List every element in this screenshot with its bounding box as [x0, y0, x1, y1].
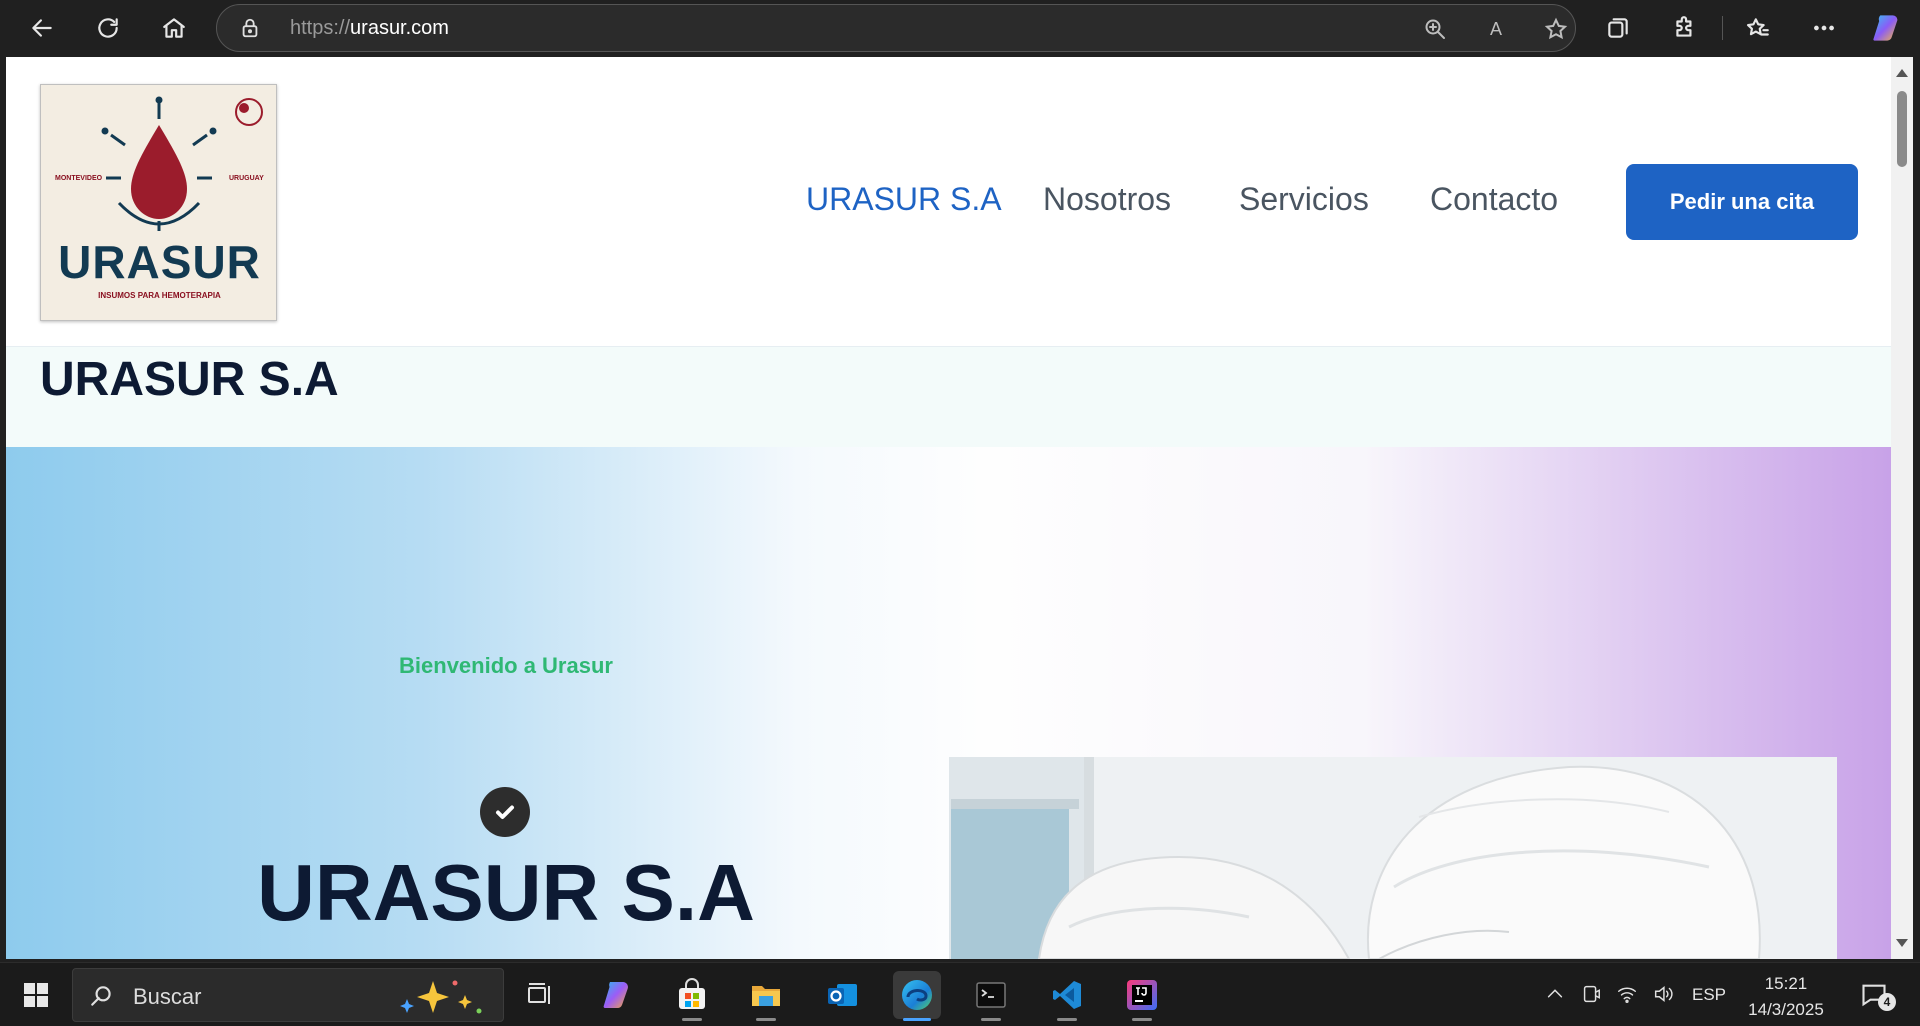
extensions-icon[interactable]: [1663, 6, 1707, 50]
back-icon[interactable]: [20, 6, 64, 50]
read-aloud-icon[interactable]: A: [1480, 13, 1512, 45]
book-appointment-button[interactable]: Pedir una cita: [1626, 164, 1858, 240]
logo-wordmark: URASUR: [58, 236, 261, 288]
nav-link-urasur[interactable]: URASUR S.A: [806, 181, 1002, 218]
copilot-app-icon[interactable]: [592, 971, 640, 1019]
task-view-icon[interactable]: [516, 971, 564, 1019]
site-logo[interactable]: MONTEVIDEO URUGUAY URASUR INSUMOS PARA H…: [40, 84, 277, 321]
windows-start-icon[interactable]: [12, 971, 60, 1019]
browser-toolbar: https://urasur.com A: [0, 0, 1920, 56]
url-protocol: https://: [290, 17, 351, 39]
file-explorer-icon[interactable]: [742, 971, 790, 1021]
zoom-icon[interactable]: [1419, 13, 1451, 45]
address-bar[interactable]: https://urasur.com A: [216, 4, 1576, 52]
logo-right-city: URUGUAY: [229, 175, 264, 182]
read-aloud-glyph: A: [1489, 18, 1502, 39]
app-active-indicator: [903, 1018, 931, 1021]
vscode-icon[interactable]: [1043, 971, 1091, 1021]
clock-time: 15:21: [1764, 974, 1808, 993]
app-running-indicator: [682, 1018, 702, 1021]
check-circle-icon: [480, 787, 530, 837]
scrollbar-thumb[interactable]: [1897, 91, 1907, 167]
notifications-icon[interactable]: 4: [1860, 981, 1896, 1011]
chevron-up-icon[interactable]: [1544, 983, 1568, 1007]
intellij-icon[interactable]: [1118, 971, 1166, 1021]
system-clock[interactable]: 15:21 14/3/2025: [1740, 971, 1832, 1023]
hero-title: URASUR S.A: [257, 848, 755, 937]
sparkle-icon: [400, 980, 482, 1014]
terminal-icon[interactable]: [967, 971, 1015, 1021]
app-running-indicator: [1057, 1018, 1077, 1021]
app-running-indicator: [756, 1018, 776, 1021]
meet-now-icon[interactable]: [1580, 983, 1604, 1007]
language-indicator[interactable]: ESP: [1692, 985, 1726, 1005]
more-icon[interactable]: [1802, 6, 1846, 50]
lab-workers-photo: [949, 757, 1837, 959]
scroll-down-icon[interactable]: [1896, 939, 1908, 947]
microsoft-store-icon[interactable]: [668, 971, 716, 1021]
hero-welcome-text: Bienvenido a Urasur: [399, 653, 613, 678]
refresh-icon[interactable]: [86, 6, 130, 50]
edge-icon[interactable]: [893, 971, 941, 1021]
page-viewport: MONTEVIDEO URUGUAY URASUR INSUMOS PARA H…: [6, 57, 1891, 959]
toolbar-separator: [1722, 16, 1723, 40]
outlook-icon[interactable]: [818, 971, 866, 1019]
nav-link-nosotros[interactable]: Nosotros: [1043, 181, 1171, 218]
taskbar: Buscar ESP 15:21 14/3/2025 4: [0, 962, 1920, 1026]
clock-date: 14/3/2025: [1748, 1000, 1824, 1019]
scroll-up-icon[interactable]: [1896, 69, 1908, 77]
nav-link-servicios[interactable]: Servicios: [1239, 181, 1369, 218]
notification-count-badge: 4: [1878, 993, 1896, 1011]
url-domain: urasur.com: [350, 17, 449, 39]
search-placeholder: Buscar: [133, 984, 202, 1009]
site-header: MONTEVIDEO URUGUAY URASUR INSUMOS PARA H…: [6, 57, 1891, 347]
url-text[interactable]: https://urasur.com: [290, 17, 449, 40]
volume-icon[interactable]: [1652, 983, 1676, 1007]
page-scrollbar[interactable]: [1891, 57, 1913, 959]
nav-link-contacto[interactable]: Contacto: [1430, 181, 1558, 218]
search-icon: [89, 983, 115, 1014]
logo-left-city: MONTEVIDEO: [55, 175, 103, 182]
lock-icon[interactable]: [239, 17, 261, 44]
favorites-icon[interactable]: [1736, 6, 1780, 50]
collections-icon[interactable]: [1596, 6, 1640, 50]
taskbar-search[interactable]: Buscar: [72, 968, 504, 1022]
home-icon[interactable]: [152, 6, 196, 50]
app-running-indicator: [1132, 1018, 1152, 1021]
app-running-indicator: [981, 1018, 1001, 1021]
favorite-star-icon[interactable]: [1540, 13, 1572, 45]
logo-tagline: INSUMOS PARA HEMOTERAPIA: [98, 291, 221, 300]
wifi-icon[interactable]: [1616, 983, 1640, 1007]
copilot-icon[interactable]: [1864, 6, 1908, 50]
page-title: URASUR S.A: [40, 353, 339, 406]
